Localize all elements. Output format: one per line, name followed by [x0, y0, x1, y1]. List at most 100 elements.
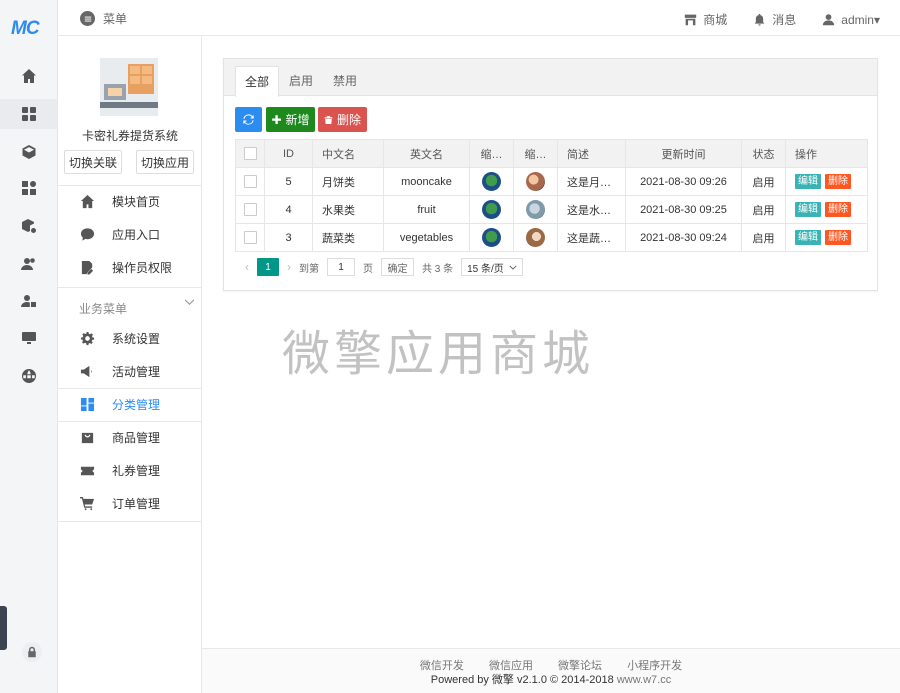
sidebar-item-label: 系统设置 — [112, 332, 161, 346]
edit-button[interactable]: 编辑 — [795, 202, 821, 217]
shop-link[interactable]: 商城 — [684, 11, 727, 28]
rail-box-icon[interactable] — [19, 142, 39, 162]
messages-link[interactable]: 消息 — [753, 11, 796, 28]
row-delete-button[interactable]: 删除 — [825, 202, 851, 217]
column-header[interactable]: 简述 — [557, 139, 626, 168]
row-checkbox[interactable] — [243, 175, 257, 188]
thumbnail-image[interactable] — [482, 200, 501, 219]
goto-confirm-button[interactable]: 确定 — [381, 258, 414, 276]
column-header[interactable]: 中文名 — [312, 139, 384, 168]
thumbnail-image[interactable] — [526, 228, 545, 247]
document-edit-icon — [81, 260, 94, 275]
pagination: ‹ 1 › 到第 页 确定 共 3 条 15 条/页 — [235, 253, 867, 281]
icon-rail: MC — [0, 0, 58, 693]
top-bar: 菜单 商城 消息 admin▾ — [58, 0, 900, 36]
side-drawer-tab[interactable] — [0, 606, 7, 650]
column-header[interactable]: 缩… — [469, 139, 514, 168]
rail-apps-icon[interactable] — [0, 99, 57, 129]
rail-package-settings-icon[interactable] — [19, 216, 39, 236]
sidebar-item-operator-permissions[interactable]: 操作员权限 — [58, 251, 202, 284]
rail-globe-icon[interactable] — [19, 366, 39, 386]
edit-button[interactable]: 编辑 — [795, 174, 821, 189]
column-header[interactable]: 英文名 — [383, 139, 470, 168]
footer: 微信开发 微信应用 微擎论坛 小程序开发 Powered by 微擎 v2.1.… — [202, 648, 900, 693]
tab-all[interactable]: 全部 — [235, 66, 279, 97]
edit-button[interactable]: 编辑 — [795, 230, 821, 245]
current-page[interactable]: 1 — [257, 258, 279, 276]
user-menu[interactable]: admin▾ — [822, 11, 880, 28]
rail-user-lock-icon[interactable] — [19, 291, 39, 311]
cell-status: 启用 — [741, 223, 786, 252]
page-size-select[interactable]: 15 条/页 — [461, 258, 524, 276]
thumbnail-image[interactable] — [482, 172, 501, 191]
sidebar-item-category-management[interactable]: 分类管理 — [58, 388, 202, 421]
thumbnail-image[interactable] — [482, 228, 501, 247]
delete-button[interactable]: 删除 — [318, 107, 367, 132]
row-checkbox[interactable] — [243, 231, 257, 244]
column-header[interactable]: 缩… — [513, 139, 558, 168]
row-delete-button[interactable]: 删除 — [825, 230, 851, 245]
grid-layout-icon — [80, 397, 95, 412]
menu-toggle-button[interactable]: 菜单 — [80, 10, 127, 27]
column-header[interactable]: 状态 — [741, 139, 786, 168]
sidebar-item-activity-management[interactable]: 活动管理 — [58, 355, 202, 388]
status-tabs: 全部 启用 禁用 — [224, 59, 877, 97]
sidebar-item-system-settings[interactable]: 系统设置 — [58, 322, 202, 355]
column-header[interactable]: 更新时间 — [625, 139, 742, 168]
sidebar-item-app-entry[interactable]: 应用入口 — [58, 218, 202, 251]
tab-enabled[interactable]: 启用 — [282, 66, 320, 96]
chevron-down-icon[interactable] — [184, 298, 195, 309]
switch-app-button[interactable]: 切换应用 — [136, 150, 194, 174]
rail-modules-icon[interactable] — [19, 178, 39, 198]
row-delete-button[interactable]: 删除 — [825, 174, 851, 189]
switch-link-button[interactable]: 切换关联 — [64, 150, 122, 174]
cell-en-name: fruit — [383, 195, 470, 224]
shopping-bag-icon — [81, 432, 94, 444]
rail-monitor-icon[interactable] — [19, 328, 39, 348]
sidebar-item-label: 礼券管理 — [112, 464, 161, 478]
table-row: 4 水果类 fruit 这是水… 2021-08-30 09:25 启用 编辑删… — [235, 195, 868, 224]
menu-label: 菜单 — [103, 12, 128, 26]
rail-users-icon[interactable] — [19, 254, 39, 274]
sidebar-item-label: 商品管理 — [112, 431, 161, 445]
user-label: admin▾ — [841, 12, 880, 27]
home-icon — [80, 194, 95, 209]
add-button-label: 新增 — [285, 113, 310, 127]
row-checkbox[interactable] — [243, 203, 257, 216]
previous-page-icon[interactable]: ‹ — [245, 260, 249, 274]
table-row: 3 蔬菜类 vegetables 这是蔬… 2021-08-30 09:24 启… — [235, 223, 868, 252]
cell-id: 5 — [264, 167, 313, 196]
rail-home-icon[interactable] — [19, 66, 39, 86]
sidebar-item-order-management[interactable]: 订单管理 — [58, 487, 202, 520]
sidebar-item-coupon-management[interactable]: 礼券管理 — [58, 454, 202, 487]
sidebar-item-label: 操作员权限 — [112, 261, 173, 275]
sidebar-item-product-management[interactable]: 商品管理 — [58, 421, 202, 454]
list-menu-icon — [80, 11, 95, 26]
thumbnail-image[interactable] — [526, 200, 545, 219]
thumbnail-image[interactable] — [526, 172, 545, 191]
column-header[interactable]: 操作 — [785, 139, 868, 168]
gear-icon — [80, 331, 95, 346]
select-all-checkbox[interactable] — [243, 147, 257, 160]
cell-status: 启用 — [741, 195, 786, 224]
column-header[interactable]: ID — [264, 139, 313, 168]
sidebar-group-label: 业务菜单 — [79, 302, 128, 316]
cell-description: 这是蔬… — [557, 223, 626, 252]
add-button[interactable]: ✚ 新增 — [266, 107, 315, 132]
sidebar-item-module-home[interactable]: 模块首页 — [58, 185, 202, 218]
lock-icon[interactable] — [22, 642, 42, 662]
cell-updated-time: 2021-08-30 09:26 — [625, 167, 742, 196]
next-page-icon[interactable]: › — [287, 260, 291, 274]
shop-label: 商城 — [703, 13, 728, 27]
cell-updated-time: 2021-08-30 09:24 — [625, 223, 742, 252]
table-row: 5 月饼类 mooncake 这是月… 2021-08-30 09:26 启用 … — [235, 167, 868, 196]
footer-domain[interactable]: www.w7.cc — [617, 674, 671, 686]
delete-button-label: 删除 — [336, 113, 361, 127]
refresh-button[interactable] — [235, 107, 262, 132]
sidebar-divider — [58, 287, 202, 288]
goto-page-input[interactable] — [327, 258, 355, 276]
cell-cn-name: 蔬菜类 — [312, 223, 384, 252]
megaphone-icon — [80, 365, 92, 378]
brand-logo[interactable]: MC — [11, 18, 47, 40]
tab-disabled[interactable]: 禁用 — [326, 66, 364, 96]
